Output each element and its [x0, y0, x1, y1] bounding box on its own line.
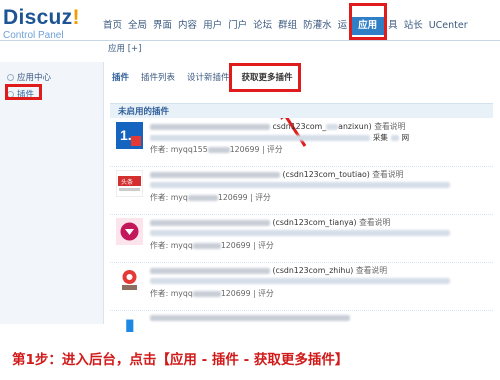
plugin-title: csdn123com_ anzixun) 查看说明 — [150, 121, 490, 131]
caption-text: 第1步：进入后台，点击【应用 - 插件 - 获取更多插件】 — [12, 352, 349, 368]
plugin-title — [150, 313, 490, 323]
plugin-author: 作者: myq 120699 | 评分 — [150, 193, 271, 202]
plugin-thumbnail — [126, 319, 134, 332]
plugin-thumbnail — [116, 266, 143, 293]
plugin-thumbnail — [116, 218, 143, 245]
redacted-text — [150, 315, 350, 321]
redacted-text — [150, 134, 370, 141]
plugin-title: (csdn123com_zhihu) 查看说明 — [150, 265, 490, 275]
plugin-row: (csdn123com_zhihu) 查看说明 作者: myqq 120699 |… — [110, 262, 493, 311]
redacted-text — [150, 268, 270, 274]
redacted-text — [150, 181, 450, 188]
plugin-row: 头条 (csdn123com_toutiao) 查看说明 作者: myq 1206… — [110, 166, 493, 215]
plugin-row-partial — [110, 310, 493, 332]
redacted-text — [390, 134, 399, 141]
redacted-text — [150, 124, 270, 130]
redacted-text — [192, 291, 221, 297]
redacted-text — [326, 124, 339, 130]
redacted-text — [150, 220, 270, 226]
plugin-description — [150, 276, 490, 285]
plugin-description — [150, 228, 490, 237]
plugin-description — [150, 180, 490, 189]
redacted-text — [150, 172, 280, 178]
view-details-link[interactable]: 查看说明 — [374, 122, 405, 131]
plugin-row: 1. csdn123com_ anzixun) 查看说明 采集 网 作者: myq… — [110, 118, 493, 167]
redacted-text — [150, 229, 450, 236]
svg-text:头条: 头条 — [121, 178, 133, 186]
redacted-text — [207, 147, 230, 153]
svg-text:1.: 1. — [120, 127, 132, 143]
tutorial-caption: 第1步：进入后台，点击【应用 - 插件 - 获取更多插件】 — [0, 334, 500, 380]
redacted-text — [192, 243, 221, 249]
plugin-author: 作者: myqq 120699 | 评分 — [150, 289, 274, 298]
plugin-author: 作者: myqq155 120699 | 评分 — [150, 145, 283, 154]
plugin-title: (csdn123com_toutiao) 查看说明 — [150, 169, 490, 179]
plugin-thumbnail: 头条 — [116, 170, 143, 197]
view-details-link[interactable]: 查看说明 — [356, 266, 387, 275]
section-header: 未启用的插件 — [110, 103, 493, 118]
plugin-description: 采集 网 — [150, 132, 490, 142]
section-title: 未启用的插件 — [118, 107, 170, 117]
redacted-text — [150, 277, 450, 284]
plugin-thumbnail: 1. — [116, 122, 143, 149]
plugin-row: (csdn123com_tianya) 查看说明 作者: myqq 120699 … — [110, 214, 493, 263]
redacted-text — [187, 195, 218, 201]
plugin-author: 作者: myqq 120699 | 评分 — [150, 241, 274, 250]
plugin-title: (csdn123com_tianya) 查看说明 — [150, 217, 490, 227]
view-details-link[interactable]: 查看说明 — [372, 170, 403, 179]
view-details-link[interactable]: 查看说明 — [359, 218, 390, 227]
